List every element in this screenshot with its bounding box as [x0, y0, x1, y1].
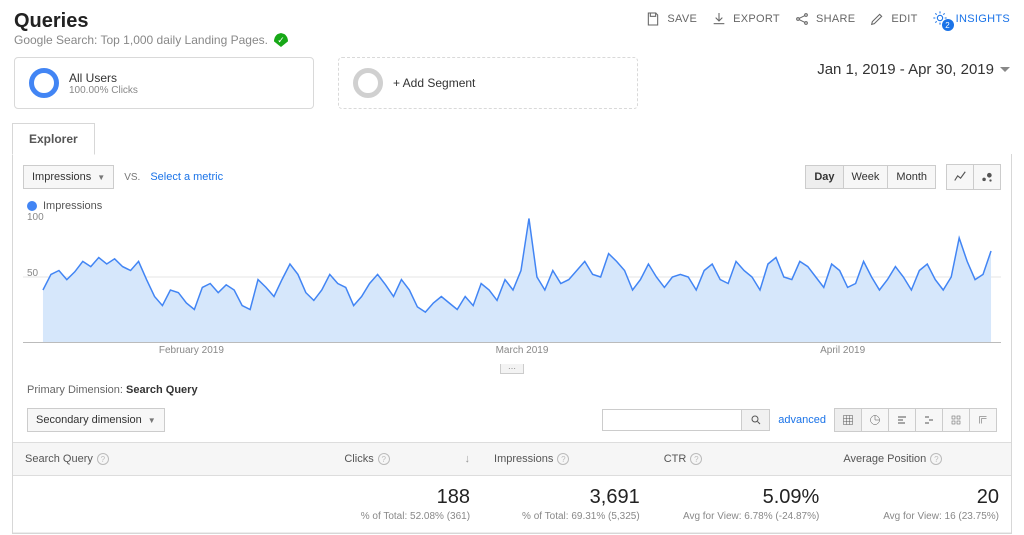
view-table[interactable]	[834, 408, 862, 432]
legend-dot-icon	[27, 201, 37, 211]
legend-label: Impressions	[43, 200, 102, 212]
y-axis-label-top: 100	[27, 212, 44, 223]
view-performance[interactable]	[889, 408, 916, 432]
sort-desc-icon: ↓	[465, 453, 471, 465]
total-avg-pos: 20	[977, 486, 999, 508]
view-pie[interactable]	[862, 408, 889, 432]
share-icon	[794, 11, 810, 27]
chart-area: 100 50 February 2019 March 2019 April 20…	[23, 212, 1001, 362]
page-title: Queries	[14, 10, 288, 33]
help-icon[interactable]: ?	[930, 453, 942, 465]
cloud-icon	[950, 414, 962, 426]
insights-button[interactable]: 2 INSIGHTS	[932, 10, 1010, 28]
share-label: SHARE	[816, 13, 855, 25]
x-axis-label: March 2019	[496, 345, 549, 356]
data-table: Search Query ? Clicks ? ↓ Impressions ?	[13, 442, 1011, 533]
x-axis-label: April 2019	[820, 345, 865, 356]
secondary-dimension-label: Secondary dimension	[36, 414, 142, 426]
search-input[interactable]	[602, 409, 742, 431]
primary-dimension-label: Primary Dimension:	[27, 384, 123, 396]
pie-icon	[869, 414, 881, 426]
total-clicks-sub: % of Total: 52.08% (361)	[344, 511, 470, 522]
total-impressions-sub: % of Total: 69.31% (5,325)	[494, 511, 640, 522]
segment-circle-icon	[29, 68, 59, 98]
granularity-day[interactable]: Day	[805, 165, 843, 189]
segment-detail: 100.00% Clicks	[69, 85, 138, 96]
segment-name: All Users	[69, 71, 138, 85]
chevron-down-icon: ▼	[148, 416, 156, 425]
total-avg-pos-sub: Avg for View: 16 (23.75%)	[843, 511, 999, 522]
impressions-chart	[23, 212, 1001, 342]
total-ctr-sub: Avg for View: 6.78% (-24.87%)	[664, 511, 820, 522]
bubble-chart-icon	[980, 170, 994, 184]
export-label: EXPORT	[733, 13, 780, 25]
date-range-text: Jan 1, 2019 - Apr 30, 2019	[817, 61, 994, 78]
metric-label: Impressions	[32, 171, 91, 183]
add-segment-button[interactable]: + Add Segment	[338, 57, 638, 109]
secondary-dimension-selector[interactable]: Secondary dimension ▼	[27, 408, 165, 432]
save-label: SAVE	[667, 13, 697, 25]
col-impressions[interactable]: Impressions	[494, 453, 553, 465]
total-ctr: 5.09%	[763, 486, 820, 508]
view-pivot[interactable]	[970, 408, 997, 432]
x-axis-label: February 2019	[159, 345, 224, 356]
chevron-down-icon	[1000, 67, 1010, 72]
col-avg-position[interactable]: Average Position	[843, 453, 926, 465]
col-clicks[interactable]: Clicks	[344, 453, 373, 465]
y-axis-label-mid: 50	[27, 268, 38, 279]
segment-circle-empty-icon	[353, 68, 383, 98]
view-comparison[interactable]	[916, 408, 943, 432]
shield-icon: ✓	[274, 33, 288, 47]
edit-label: EDIT	[891, 13, 917, 25]
vs-label: VS.	[124, 172, 140, 183]
insights-label: INSIGHTS	[956, 13, 1010, 25]
help-icon[interactable]: ?	[378, 453, 390, 465]
pencil-icon	[869, 11, 885, 27]
line-chart-icon	[953, 170, 967, 184]
metric-selector[interactable]: Impressions ▼	[23, 165, 114, 189]
granularity-group: Day Week Month	[805, 165, 936, 189]
export-button[interactable]: EXPORT	[711, 11, 780, 27]
save-icon	[645, 11, 661, 27]
primary-dimension-value: Search Query	[126, 384, 198, 396]
granularity-week[interactable]: Week	[844, 165, 889, 189]
add-segment-label: + Add Segment	[393, 76, 475, 90]
help-icon[interactable]: ?	[690, 453, 702, 465]
chevron-down-icon: ▼	[97, 173, 105, 182]
pivot-icon	[977, 414, 989, 426]
total-clicks: 188	[437, 486, 470, 508]
select-metric-link[interactable]: Select a metric	[150, 171, 223, 183]
help-icon[interactable]: ?	[97, 453, 109, 465]
page-subtitle: Google Search: Top 1,000 daily Landing P…	[14, 33, 268, 47]
bars-icon	[896, 414, 908, 426]
line-chart-toggle[interactable]	[946, 164, 974, 190]
view-term-cloud[interactable]	[943, 408, 970, 432]
table-totals-row: 188 % of Total: 52.08% (361) 3,691 % of …	[13, 476, 1011, 533]
search-icon	[750, 414, 762, 426]
advanced-search-link[interactable]: advanced	[778, 414, 826, 426]
date-range-picker[interactable]: Jan 1, 2019 - Apr 30, 2019	[817, 57, 1010, 78]
comparison-icon	[923, 414, 935, 426]
granularity-month[interactable]: Month	[888, 165, 936, 189]
col-ctr[interactable]: CTR	[664, 453, 687, 465]
share-button[interactable]: SHARE	[794, 11, 855, 27]
tab-explorer[interactable]: Explorer	[12, 123, 95, 155]
col-search-query[interactable]: Search Query	[25, 453, 93, 465]
help-icon[interactable]: ?	[557, 453, 569, 465]
insights-count: 2	[942, 19, 954, 31]
motion-chart-toggle[interactable]	[974, 164, 1001, 190]
search-button[interactable]	[742, 409, 770, 431]
save-button[interactable]: SAVE	[645, 11, 697, 27]
edit-button[interactable]: EDIT	[869, 11, 917, 27]
chart-collapse-handle[interactable]: ⋯	[500, 364, 524, 374]
segment-all-users[interactable]: All Users 100.00% Clicks	[14, 57, 314, 109]
export-icon	[711, 11, 727, 27]
table-icon	[842, 414, 854, 426]
total-impressions: 3,691	[590, 486, 640, 508]
